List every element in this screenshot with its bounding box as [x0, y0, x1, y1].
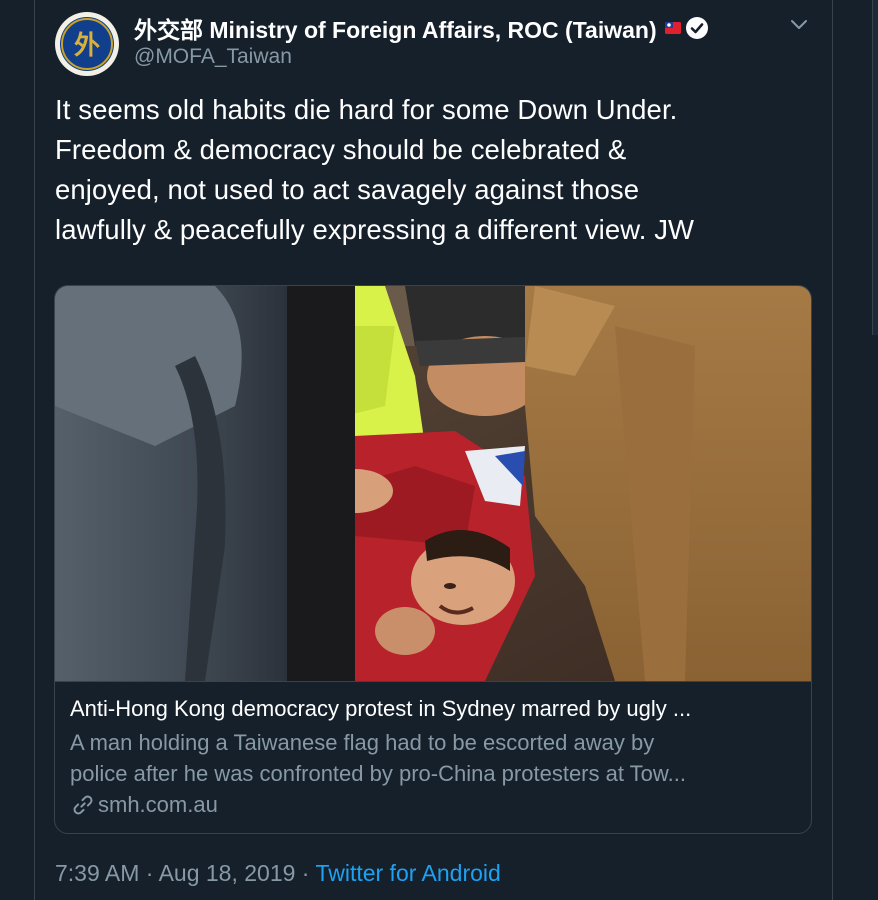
card-description-line: A man holding a Taiwanese flag had to be…: [70, 730, 655, 755]
column-border-right: [832, 0, 833, 900]
card-title[interactable]: Anti-Hong Kong democracy protest in Sydn…: [70, 696, 800, 722]
tweet-page: 外 外交部 Ministry of Foreign Affairs, ROC (…: [0, 0, 878, 900]
avatar[interactable]: 外: [55, 12, 119, 76]
card-image[interactable]: [55, 286, 811, 682]
tweet-date[interactable]: Aug 18, 2019: [159, 860, 296, 886]
account-handle[interactable]: @MOFA_Taiwan: [134, 45, 774, 69]
tweet-line: Freedom & democracy should be celebrated…: [55, 134, 627, 165]
name-row: 外交部 Ministry of Foreign Affairs, ROC (Ta…: [134, 12, 774, 44]
tweet-meta: 7:39 AM · Aug 18, 2019 · Twitter for And…: [55, 860, 501, 887]
card-description: A man holding a Taiwanese flag had to be…: [70, 727, 800, 789]
tweet-line: enjoyed, not used to act savagely agains…: [55, 174, 640, 205]
link-icon: [73, 795, 93, 815]
tweet-source-link[interactable]: Twitter for Android: [315, 860, 500, 886]
link-preview-card[interactable]: Anti-Hong Kong democracy protest in Sydn…: [54, 285, 812, 834]
verified-badge-icon: [685, 17, 708, 39]
display-name[interactable]: 外交部 Ministry of Foreign Affairs, ROC (Ta…: [134, 11, 657, 45]
column-border-left: [34, 0, 35, 900]
meta-separator: ·: [139, 860, 159, 886]
tweet-line: lawfully & peacefully expressing a diffe…: [55, 214, 695, 245]
avatar-glyph: 外: [74, 31, 100, 61]
sidebar-edge-fragment: [872, 0, 878, 335]
taiwan-flag-icon: [664, 22, 681, 34]
card-domain[interactable]: smh.com.au: [70, 792, 218, 818]
tweet-header: 外交部 Ministry of Foreign Affairs, ROC (Ta…: [134, 12, 774, 69]
chevron-down-icon[interactable]: [788, 13, 810, 35]
protest-photo: [55, 286, 811, 681]
tweet-line: It seems old habits die hard for some Do…: [55, 94, 678, 125]
card-domain-text: smh.com.au: [98, 792, 218, 817]
card-description-line: police after he was confronted by pro-Ch…: [70, 761, 686, 786]
mofa-seal-logo: 外: [56, 13, 118, 75]
meta-separator: ·: [295, 860, 316, 886]
tweet-text: It seems old habits die hard for some Do…: [55, 90, 815, 250]
tweet-time[interactable]: 7:39 AM: [55, 860, 139, 886]
